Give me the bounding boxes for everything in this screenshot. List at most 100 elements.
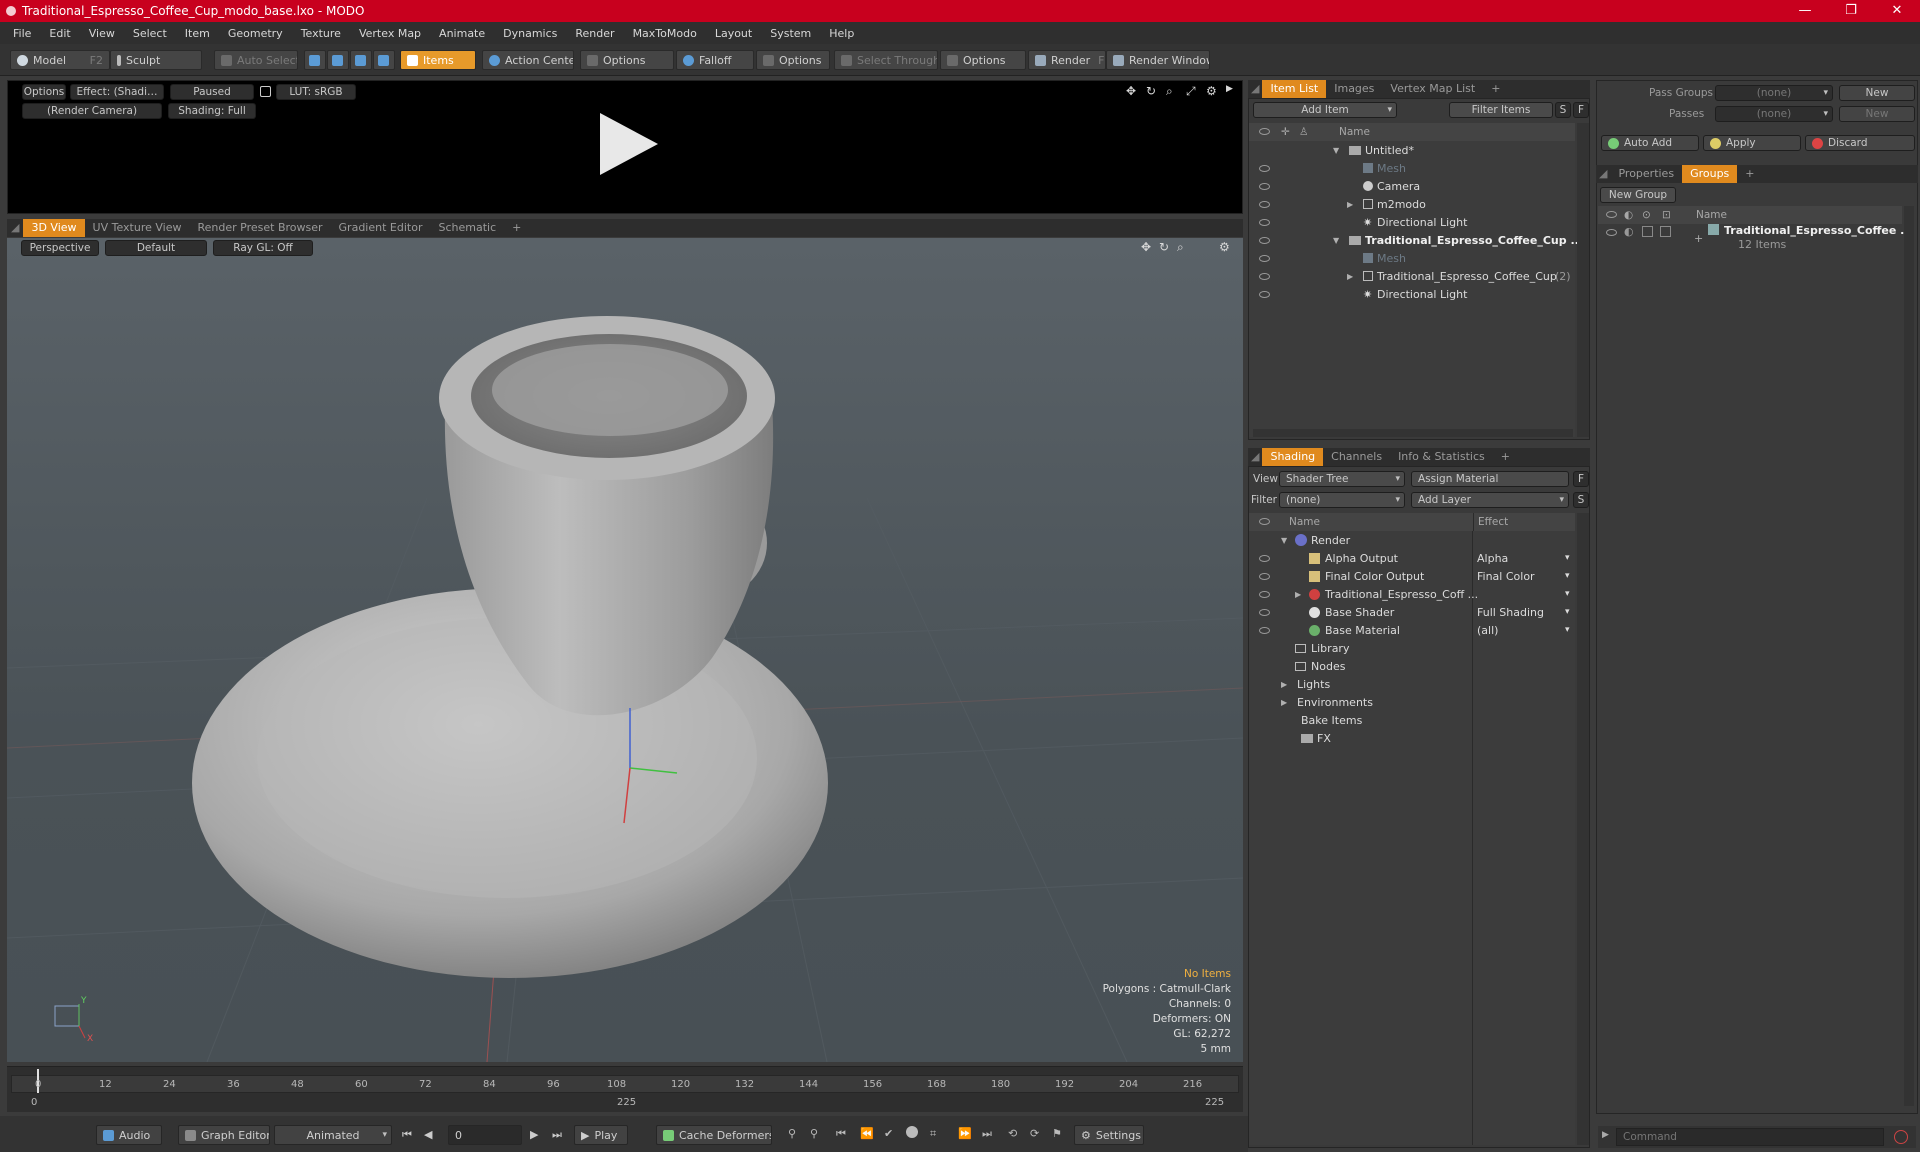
panel-menu-icon[interactable]: ◢ [1248, 80, 1262, 98]
key-all-icon[interactable]: ⚲ [810, 1127, 818, 1140]
shader-row[interactable]: Alpha Output Alpha ▾ [1249, 549, 1575, 567]
preview-settings-gear-icon[interactable]: ⚙ [1206, 84, 1217, 98]
expand-icon[interactable]: ▼ [1333, 236, 1339, 245]
tab-uv-texture-view[interactable]: UV Texture View [85, 219, 190, 237]
item-list-hscrollbar[interactable] [1253, 429, 1573, 437]
item-row[interactable]: ▶ Traditional_Espresso_Coffee_Cup (2) [1249, 267, 1575, 285]
audio-button[interactable]: Audio [96, 1125, 162, 1145]
filter-dropdown[interactable]: (none) [1279, 492, 1405, 508]
tab-groups[interactable]: Groups [1682, 165, 1738, 183]
tab-properties[interactable]: Properties [1610, 165, 1682, 183]
menu-file[interactable]: File [4, 27, 40, 40]
tab-render-preset-browser[interactable]: Render Preset Browser [190, 219, 331, 237]
auto-select-button[interactable]: Auto Select [214, 50, 298, 70]
select-checkbox[interactable] [1660, 226, 1671, 237]
effect-dropdown-arrow-icon[interactable]: ▾ [1565, 607, 1570, 617]
shader-row[interactable]: Bake Items [1249, 711, 1575, 729]
lut-dropdown[interactable]: LUT: sRGB [276, 84, 356, 100]
new-pass-group-button[interactable]: New [1839, 85, 1915, 101]
shader-row[interactable]: Library [1249, 639, 1575, 657]
new-group-button[interactable]: New Group [1600, 187, 1676, 203]
visibility-eye-icon[interactable] [1259, 608, 1270, 616]
pass-groups-dropdown[interactable]: (none) [1715, 85, 1833, 101]
collapse-icon[interactable]: ▶ [1347, 272, 1353, 281]
menu-layout[interactable]: Layout [706, 27, 761, 40]
set-key-icon[interactable]: ✔ [884, 1127, 893, 1140]
menu-dynamics[interactable]: Dynamics [494, 27, 566, 40]
shader-row[interactable]: Base Material (all) ▾ [1249, 621, 1575, 639]
shader-row[interactable]: ▼ Render [1249, 531, 1575, 549]
tab-shading[interactable]: Shading [1262, 448, 1324, 466]
command-status-icon[interactable] [1894, 1130, 1908, 1144]
menu-animate[interactable]: Animate [430, 27, 494, 40]
tab-item-list[interactable]: Item List [1262, 80, 1327, 98]
maximize-view-icon[interactable]: ⤢ [1186, 84, 1196, 99]
item-row[interactable]: ▼ Traditional_Espresso_Coffee_Cup ... [1249, 231, 1583, 249]
assign-material-button[interactable]: Assign Material [1411, 471, 1569, 487]
shader-row[interactable]: ▶ Environments [1249, 693, 1575, 711]
sculpt-mode-button[interactable]: Sculpt [110, 50, 202, 70]
add-layer-dropdown[interactable]: Add Layer [1411, 492, 1569, 508]
render-window-button[interactable]: Render Window [1106, 50, 1210, 70]
visibility-eye-icon[interactable] [1259, 590, 1270, 598]
visibility-eye-icon[interactable] [1259, 626, 1270, 634]
menu-system[interactable]: System [761, 27, 820, 40]
key-icon[interactable]: ⚲ [788, 1127, 796, 1140]
step-forward-icon[interactable]: ▶ [530, 1128, 538, 1141]
f-toggle[interactable]: F [1573, 102, 1589, 118]
add-tab-button[interactable]: + [504, 219, 529, 237]
loop-icon[interactable]: ⟲ [1008, 1127, 1017, 1140]
item-row[interactable]: Mesh [1249, 159, 1575, 177]
maximize-button[interactable]: ❐ [1828, 0, 1874, 22]
auto-add-button[interactable]: Auto Add [1601, 135, 1699, 151]
shader-row[interactable]: Nodes [1249, 657, 1575, 675]
visibility-eye-icon[interactable] [1259, 554, 1270, 562]
shading-dropdown[interactable]: Shading: Full [168, 103, 256, 119]
menu-vertex-map[interactable]: Vertex Map [350, 27, 430, 40]
menu-view[interactable]: View [80, 27, 124, 40]
next-frame-key-icon[interactable]: ⏩ [958, 1127, 972, 1140]
preview-menu-arrow-icon[interactable]: ▶ [1226, 84, 1233, 94]
lock-icon[interactable] [260, 86, 271, 97]
action-center-button[interactable]: Action Center [482, 50, 574, 70]
prev-frame-key-icon[interactable]: ⏪ [860, 1127, 874, 1140]
panel-menu-icon[interactable]: ◢ [1248, 448, 1262, 466]
current-frame-input[interactable]: 0 [448, 1125, 522, 1145]
shader-row[interactable]: FX [1249, 729, 1575, 747]
menu-render[interactable]: Render [566, 27, 623, 40]
edges-select-button[interactable] [327, 50, 349, 70]
menu-maxtomodo[interactable]: MaxToModo [624, 27, 706, 40]
render-button[interactable]: Render F9 [1028, 50, 1106, 70]
falloff-button[interactable]: Falloff [676, 50, 754, 70]
prev-key-icon[interactable]: ⏮ [836, 1127, 846, 1141]
step-back-icon[interactable]: ◀ [424, 1128, 432, 1141]
visibility-eye-icon[interactable] [1259, 182, 1270, 190]
items-mode-button[interactable]: Items [400, 50, 476, 70]
materials-select-button[interactable] [373, 50, 395, 70]
polygons-select-button[interactable] [350, 50, 372, 70]
record-icon[interactable] [906, 1126, 918, 1138]
visibility-eye-icon[interactable] [1259, 200, 1270, 208]
add-tab-button[interactable]: + [1493, 448, 1518, 466]
add-tab-button[interactable]: + [1483, 80, 1508, 98]
fps-icon[interactable]: ⚑ [1052, 1127, 1062, 1140]
action-center-options-button[interactable]: Options [580, 50, 674, 70]
item-row[interactable]: ▶ m2modo [1249, 195, 1575, 213]
f-toggle[interactable]: F [1573, 471, 1589, 487]
animated-dropdown[interactable]: Animated [274, 1125, 392, 1145]
menu-geometry[interactable]: Geometry [219, 27, 292, 40]
command-arrow-icon[interactable]: ▶ [1602, 1130, 1609, 1140]
item-row[interactable]: ✷ Directional Light [1249, 285, 1575, 303]
panel-menu-icon[interactable]: ◢ [1596, 165, 1610, 183]
render-toggle-icon[interactable]: ◐ [1624, 225, 1634, 238]
s-toggle[interactable]: S [1573, 492, 1589, 508]
play-button[interactable]: ▶ Play [574, 1125, 628, 1145]
tab-vertex-map-list[interactable]: Vertex Map List [1382, 80, 1483, 98]
render-camera-dropdown[interactable]: (Render Camera) [22, 103, 162, 119]
vertices-select-button[interactable] [304, 50, 326, 70]
command-input[interactable] [1616, 1128, 1884, 1146]
expand-icon[interactable]: ▼ [1281, 536, 1287, 545]
collapse-icon[interactable]: ▶ [1347, 200, 1353, 209]
new-pass-button[interactable]: New [1839, 106, 1915, 122]
expand-plus-icon[interactable]: + [1694, 232, 1703, 245]
